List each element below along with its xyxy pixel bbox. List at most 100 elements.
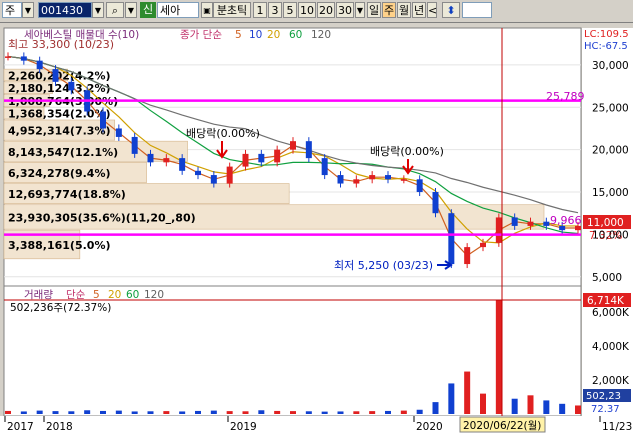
menu-icon[interactable]: ▼ bbox=[125, 2, 137, 18]
volume-bar bbox=[400, 410, 407, 414]
volume-profile-label: 8,143,547(12.1%) bbox=[8, 146, 118, 159]
volume-bar bbox=[559, 403, 566, 414]
new-badge: 신 bbox=[140, 2, 156, 18]
chevron-down-icon[interactable]: ▼ bbox=[22, 2, 34, 18]
candle bbox=[400, 179, 407, 181]
period-year[interactable]: 년 bbox=[412, 2, 426, 18]
lc-label: LC:109.5 bbox=[584, 29, 629, 40]
vma120-label: 120 bbox=[144, 289, 164, 301]
vma20-label: 20 bbox=[108, 289, 121, 301]
candle bbox=[511, 217, 518, 226]
candle bbox=[369, 175, 376, 180]
period-day[interactable]: 일 bbox=[367, 2, 381, 18]
extra-input[interactable] bbox=[462, 2, 492, 18]
volume-bar bbox=[210, 410, 217, 414]
volume-bar bbox=[337, 411, 344, 414]
candle bbox=[464, 247, 471, 265]
candle bbox=[305, 141, 312, 159]
calendar-icon[interactable]: ▣ bbox=[201, 2, 213, 18]
volume-profile-label: 2,260,202(4.2%) bbox=[8, 69, 111, 82]
stock-name: 세아 bbox=[157, 2, 199, 18]
candle bbox=[131, 136, 138, 154]
volume-profile-label: 3,388,161(5.0%) bbox=[8, 239, 111, 252]
volume-tick-label: 4,000K bbox=[592, 341, 630, 353]
price-tick-label: 10,000 bbox=[592, 229, 629, 241]
volume-legend-title: 거래량 bbox=[24, 289, 53, 301]
candle bbox=[210, 175, 217, 184]
candle bbox=[115, 128, 122, 137]
stock-code-input[interactable]: 001430 bbox=[38, 2, 92, 18]
candle bbox=[147, 153, 154, 163]
x-tick-label: 2019 bbox=[230, 421, 257, 433]
volume-bar bbox=[226, 411, 233, 414]
x-tick-label: 2017 bbox=[7, 421, 34, 433]
volume-profile-label: 12,693,774(18.8%) bbox=[8, 188, 126, 201]
interval-dropdown[interactable]: ▼ bbox=[355, 2, 365, 18]
volume-bar bbox=[100, 410, 106, 414]
dividend-label-1: 배당락(0.00%) bbox=[186, 127, 260, 140]
ma20-label: 20 bbox=[267, 29, 280, 41]
dividend-label-2: 배당락(0.00%) bbox=[370, 145, 444, 158]
candle bbox=[163, 158, 170, 163]
volume-bar bbox=[52, 411, 59, 414]
candle bbox=[179, 158, 186, 171]
volume-bar bbox=[68, 411, 75, 414]
candle bbox=[5, 56, 11, 58]
candle bbox=[52, 69, 59, 82]
interval-3[interactable]: 3 bbox=[268, 2, 282, 18]
chevron-down-icon[interactable]: ▼ bbox=[92, 2, 104, 18]
volume-bar bbox=[543, 400, 550, 414]
candle bbox=[495, 217, 502, 243]
volume-bar bbox=[20, 411, 27, 414]
period-month[interactable]: 월 bbox=[397, 2, 411, 18]
volume-bar bbox=[290, 411, 296, 414]
volume-bar bbox=[321, 411, 328, 414]
toolbar: 주 ▼ 001430 ▼ ⌕ ▼ 신 세아 ▣ 분초틱 1 3 5 10 20 … bbox=[0, 0, 633, 23]
candle bbox=[480, 242, 486, 248]
search-icon[interactable]: ⌕ bbox=[106, 2, 124, 18]
type-selector[interactable]: 주 bbox=[2, 2, 22, 18]
prev-button[interactable]: < bbox=[427, 2, 437, 18]
vma60-label: 60 bbox=[126, 289, 139, 301]
candle bbox=[321, 158, 328, 176]
volume-last-tag: 502,23 bbox=[586, 391, 621, 402]
candle bbox=[432, 192, 439, 214]
price-tick-label: 20,000 bbox=[592, 145, 629, 157]
interval-20[interactable]: 20 bbox=[317, 2, 335, 18]
crosshair-date: 2020/06/22(월) bbox=[463, 420, 541, 432]
x-tick-label: 2020 bbox=[416, 421, 443, 433]
price-legend-ma: 종가 단순 bbox=[180, 29, 222, 41]
candle bbox=[20, 56, 27, 61]
volume-profile-label: 6,324,278(9.4%) bbox=[8, 167, 111, 180]
period-week[interactable]: 주 bbox=[382, 2, 396, 18]
volume-bar bbox=[480, 393, 486, 414]
candle bbox=[195, 170, 201, 176]
volume-bar bbox=[432, 402, 439, 414]
candle bbox=[385, 175, 391, 180]
volume-axis-ticks: 6,000K 4,000K 2,000K bbox=[592, 307, 630, 387]
vma5-label: 5 bbox=[93, 289, 100, 301]
volume-bar bbox=[353, 411, 360, 414]
candle bbox=[527, 221, 534, 226]
volume-bar bbox=[258, 410, 265, 414]
stock-chart[interactable]: 2,260,202(4.2%)2,180,124(3.2%)1,008,764(… bbox=[0, 23, 633, 435]
candle bbox=[543, 221, 550, 226]
volume-bar bbox=[242, 411, 249, 414]
candle bbox=[448, 213, 455, 265]
volume-bar bbox=[163, 411, 170, 414]
tick-mode-button[interactable]: 분초틱 bbox=[213, 2, 251, 18]
volume-bar bbox=[527, 395, 534, 414]
interval-5[interactable]: 5 bbox=[283, 2, 297, 18]
candle bbox=[36, 60, 43, 70]
interval-30[interactable]: 30 bbox=[336, 2, 354, 18]
volume-bar bbox=[84, 410, 91, 414]
volume-bar bbox=[131, 411, 138, 414]
price-tick-label: 15,000 bbox=[592, 187, 629, 199]
volume-bar bbox=[464, 371, 471, 414]
candle bbox=[416, 179, 423, 193]
updown-arrow-icon[interactable]: ⬍ bbox=[442, 2, 460, 18]
interval-1[interactable]: 1 bbox=[253, 2, 267, 18]
interval-10[interactable]: 10 bbox=[298, 2, 316, 18]
volume-bar bbox=[274, 410, 281, 414]
volume-profile-label: 23,930,305(35.6%)(11,20_,80) bbox=[8, 211, 196, 224]
